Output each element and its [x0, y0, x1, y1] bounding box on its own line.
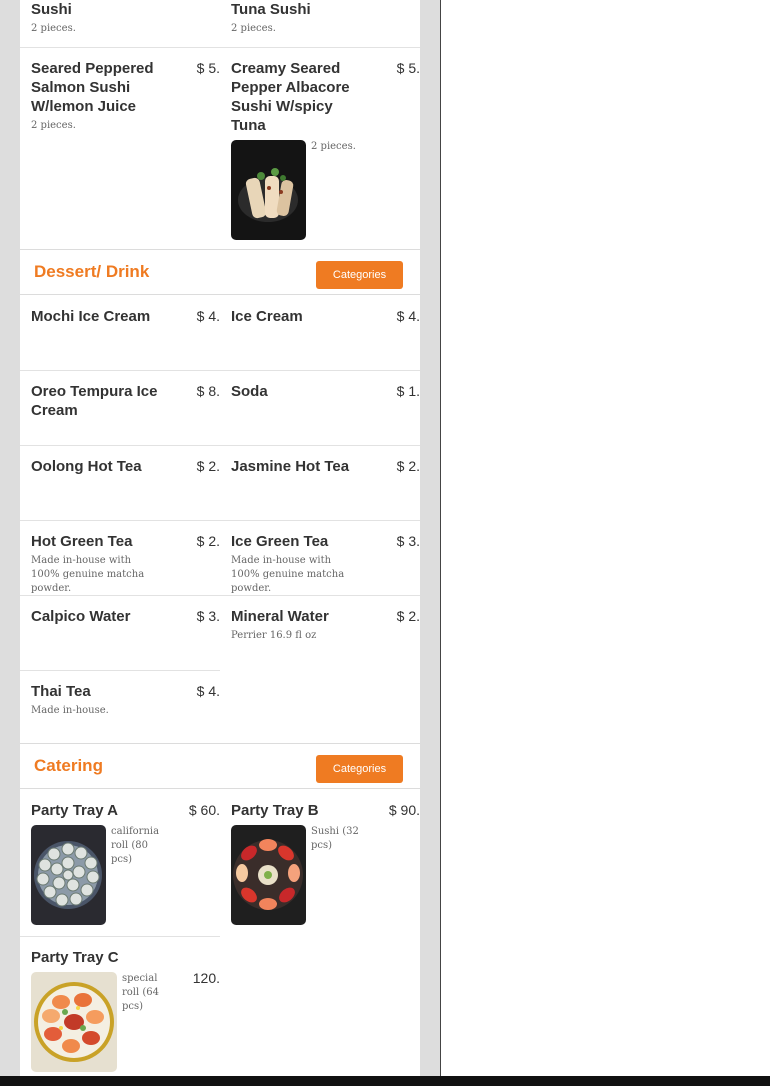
right-gutter [420, 0, 440, 1076]
menu-item[interactable]: Ice Cream $ 4. [220, 296, 420, 371]
menu-item[interactable]: Hot Green Tea $ 2. Made in-house with 10… [20, 521, 220, 596]
item-name: Soda [231, 383, 268, 400]
item-description: california roll (80 pcs) [111, 826, 160, 865]
menu-item[interactable]: Seared Peppered Salmon Sushi W/lemon Jui… [20, 48, 220, 250]
item-description: Made in-house with 100% genuine matcha p… [31, 555, 145, 594]
item-price: $ 4. [196, 308, 220, 324]
menu-item[interactable]: Calpico Water $ 3. [20, 596, 220, 671]
item-description: 2 pieces. [311, 141, 356, 152]
menu-item[interactable]: Mochi Ice Cream $ 4. [20, 296, 220, 371]
menu-item[interactable]: Soda $ 1. [220, 371, 420, 446]
panel-divider [440, 0, 441, 1076]
item-name: Calpico Water [31, 608, 131, 625]
section-title: Catering [34, 756, 103, 775]
sushi-photo[interactable] [231, 140, 306, 240]
item-description: Made in-house with 100% genuine matcha p… [231, 555, 345, 594]
item-description: Made in-house. [31, 705, 109, 716]
section-title: Dessert/ Drink [34, 262, 150, 281]
menu-item[interactable]: Ice Green Tea $ 3. Made in-house with 10… [220, 521, 420, 596]
item-description: 2 pieces. [231, 23, 276, 34]
item-price: $ 1. [396, 383, 420, 399]
item-name: Hot Green Tea [31, 533, 133, 550]
item-price: $ 2. [196, 458, 220, 474]
categories-button[interactable]: Categories [316, 755, 403, 783]
section-header-catering: Catering Categories [20, 743, 420, 789]
item-price: $ 5. [396, 60, 420, 76]
item-price: $ 8. [196, 383, 220, 399]
bottom-bar [0, 1076, 770, 1086]
item-description: Sushi (32 pcs) [311, 826, 359, 851]
item-name: Oreo Tempura Ice Cream [31, 383, 158, 419]
menu-item[interactable]: Thai Tea $ 4. Made in-house. [20, 671, 220, 744]
item-price: $ 2. [396, 458, 420, 474]
categories-button[interactable]: Categories [316, 261, 403, 289]
item-price: $ 3. [396, 533, 420, 549]
item-price: $ 5. [196, 60, 220, 76]
item-name: Party Tray C [31, 949, 119, 966]
menu-item[interactable]: Tuna Sushi 2 pieces. [220, 0, 420, 48]
item-description: 2 pieces. [31, 120, 76, 131]
california-roll-tray-photo[interactable] [31, 825, 106, 925]
item-name: Jasmine Hot Tea [231, 458, 350, 475]
left-gutter [0, 0, 20, 1076]
menu-item[interactable]: Sushi 2 pieces. [20, 0, 220, 48]
item-description: special roll (64 pcs) [122, 973, 160, 1012]
item-name: Ice Cream [231, 308, 303, 325]
item-name: Mochi Ice Cream [31, 308, 151, 325]
item-price: $ 60. [188, 802, 220, 818]
item-description: 2 pieces. [31, 23, 76, 34]
item-name: Party Tray A [31, 802, 118, 819]
item-name: Creamy Seared Pepper Albacore Sushi W/sp… [231, 60, 350, 134]
item-price: 120. [192, 970, 220, 986]
item-name: Thai Tea [31, 683, 91, 700]
item-price: $ 3. [196, 608, 220, 624]
item-description: Perrier 16.9 fl oz [231, 630, 317, 641]
menu-item[interactable]: Mineral Water $ 2. Perrier 16.9 fl oz [220, 596, 420, 671]
item-price: $ 4. [196, 683, 220, 699]
item-price: $ 4. [396, 308, 420, 324]
item-name: Seared Peppered Salmon Sushi W/lemon Jui… [31, 60, 154, 115]
item-name: Oolong Hot Tea [31, 458, 142, 475]
item-name: Sushi [31, 1, 72, 18]
item-name: Party Tray B [231, 802, 319, 819]
sushi-tray-photo[interactable] [231, 825, 306, 925]
section-header-dessert: Dessert/ Drink Categories [20, 249, 420, 295]
menu-item[interactable]: Oreo Tempura Ice Cream $ 8. [20, 371, 220, 446]
menu-item[interactable]: Jasmine Hot Tea $ 2. [220, 446, 420, 521]
item-price: $ 2. [196, 533, 220, 549]
special-roll-tray-photo[interactable] [31, 972, 117, 1072]
item-name: Mineral Water [231, 608, 329, 625]
item-price: $ 2. [396, 608, 420, 624]
item-name: Tuna Sushi [231, 1, 311, 18]
item-price: $ 90. [388, 802, 420, 818]
menu-item[interactable]: Oolong Hot Tea $ 2. [20, 446, 220, 521]
item-name: Ice Green Tea [231, 533, 329, 550]
